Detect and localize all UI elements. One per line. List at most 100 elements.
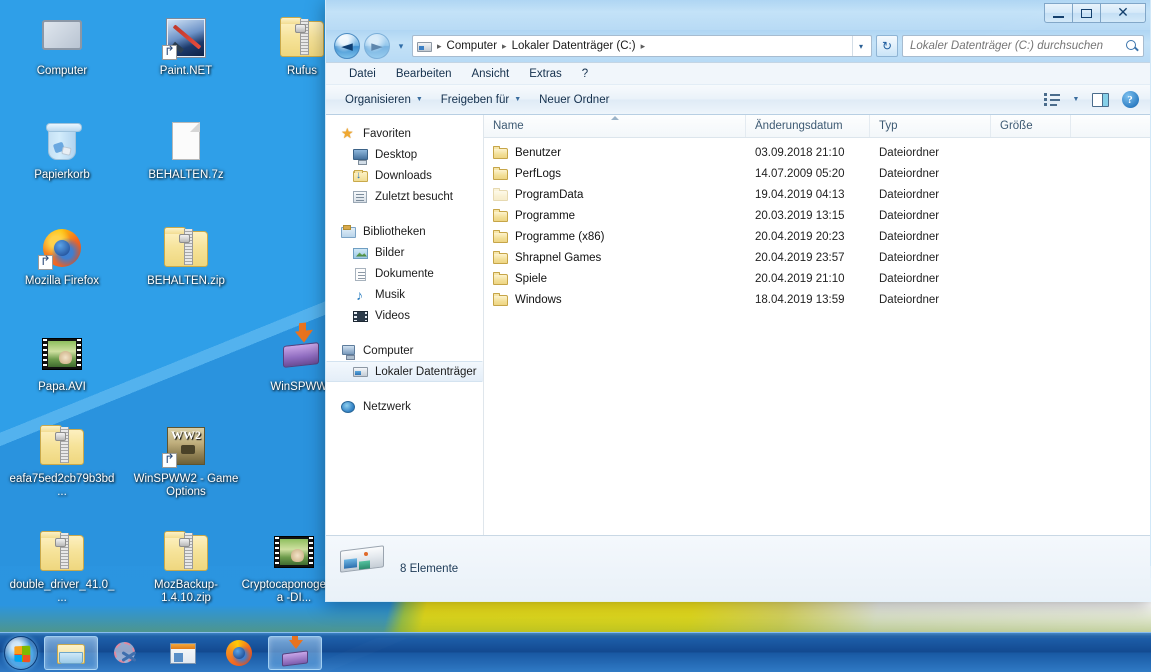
folder-icon <box>493 146 509 160</box>
menu-bearbeiten[interactable]: Bearbeiten <box>387 65 461 83</box>
desktop-icon-computer[interactable]: Computer <box>8 14 116 78</box>
back-button[interactable]: ◄ <box>334 33 360 59</box>
zip-archive-icon <box>278 14 326 62</box>
taskbar-button-winspww2-installer[interactable] <box>268 636 322 670</box>
sidebar-label: Zuletzt besucht <box>375 191 453 203</box>
sidebar-label: Downloads <box>375 170 432 182</box>
nav-group-favoriten: ★ Favoriten Desktop Downloads Zuletzt be… <box>326 123 483 207</box>
breadcrumb-segment-computer[interactable]: Computer <box>443 38 502 54</box>
start-button[interactable] <box>4 636 38 670</box>
window-icon <box>168 639 198 667</box>
table-row[interactable]: Windows 18.04.2019 13:59 Dateiordner <box>484 289 1150 310</box>
taskbar-button-explorer[interactable] <box>44 636 98 670</box>
close-button[interactable]: ✕ <box>1100 3 1146 23</box>
desktop-icon-label: Papa.AVI <box>8 381 116 394</box>
desktop-icon-paintnet[interactable]: Paint.NET <box>132 14 240 78</box>
taskbar-button-window-app[interactable] <box>156 636 210 670</box>
table-row[interactable]: Shrapnel Games 20.04.2019 23:57 Dateiord… <box>484 247 1150 268</box>
sidebar-item-dokumente[interactable]: Dokumente <box>326 263 483 284</box>
sidebar-item-netzwerk[interactable]: Netzwerk <box>326 396 483 417</box>
command-bar: Organisieren ▼ Freigeben für ▼ Neuer Ord… <box>326 84 1150 115</box>
preview-pane-button[interactable] <box>1086 88 1114 112</box>
maximize-button[interactable] <box>1072 3 1101 23</box>
installer-icon <box>278 330 326 378</box>
desktop-icon-eafa75ed[interactable]: eafa75ed2cb79b3bd... <box>8 422 116 499</box>
file-name: ProgramData <box>515 189 583 201</box>
music-icon: ♪ <box>353 287 369 303</box>
address-dropdown-button[interactable]: ▾ <box>852 36 869 56</box>
sidebar-item-computer[interactable]: Computer <box>326 340 483 361</box>
menu-extras[interactable]: Extras <box>520 65 571 83</box>
sidebar-item-lokaler-datentraeger[interactable]: Lokaler Datenträger <box>326 361 483 382</box>
firefox-icon <box>38 224 86 272</box>
sidebar-item-bibliotheken[interactable]: Bibliotheken <box>326 221 483 242</box>
computer-icon <box>341 343 357 359</box>
table-row[interactable]: PerfLogs 14.07.2009 05:20 Dateiordner <box>484 163 1150 184</box>
sidebar-item-zuletzt-besucht[interactable]: Zuletzt besucht <box>326 186 483 207</box>
breadcrumb[interactable]: ▸ Computer ▸ Lokaler Datenträger (C:) ▸ … <box>412 35 872 57</box>
drive-icon <box>340 542 386 576</box>
new-folder-button[interactable]: Neuer Ordner <box>530 89 618 111</box>
menu-datei[interactable]: Datei <box>340 65 385 83</box>
file-date: 20.04.2019 21:10 <box>746 273 870 285</box>
sidebar-item-bilder[interactable]: Bilder <box>326 242 483 263</box>
share-button[interactable]: Freigeben für ▼ <box>432 89 530 111</box>
network-icon <box>341 399 357 415</box>
table-row[interactable]: Programme 20.03.2019 13:15 Dateiordner <box>484 205 1150 226</box>
sidebar-item-musik[interactable]: ♪ Musik <box>326 284 483 305</box>
title-bar[interactable]: ✕ <box>326 0 1150 30</box>
file-name: Spiele <box>515 273 547 285</box>
table-row[interactable]: Spiele 20.04.2019 21:10 Dateiordner <box>484 268 1150 289</box>
desktop-icon-papa-avi[interactable]: Papa.AVI <box>8 330 116 394</box>
search-box[interactable] <box>902 35 1144 57</box>
column-header-type[interactable]: Typ <box>870 115 991 137</box>
desktop-icon-papierkorb[interactable]: Papierkorb <box>8 118 116 182</box>
desktop-icon-mozbackup[interactable]: MozBackup-1.4.10.zip <box>132 528 240 605</box>
desktop-icon-label: BEHALTEN.7z <box>132 169 240 182</box>
column-header-row: Name Änderungsdatum Typ Größe <box>484 115 1150 138</box>
chevron-down-icon: ▼ <box>514 96 521 103</box>
desktop-icon-label: Computer <box>8 65 116 78</box>
sidebar-item-downloads[interactable]: Downloads <box>326 165 483 186</box>
forward-button[interactable]: ► <box>364 33 390 59</box>
refresh-button[interactable]: ↻ <box>876 35 898 57</box>
desktop-icon-behalten-zip[interactable]: BEHALTEN.zip <box>132 224 240 288</box>
change-view-button[interactable] <box>1038 88 1066 112</box>
documents-icon <box>353 266 369 282</box>
menu-ansicht[interactable]: Ansicht <box>462 65 518 83</box>
folder-icon <box>493 230 509 244</box>
minimize-button[interactable] <box>1044 3 1073 23</box>
nav-group-bibliotheken: Bibliotheken Bilder Dokumente ♪ Musik <box>326 221 483 326</box>
sidebar-item-videos[interactable]: Videos <box>326 305 483 326</box>
column-header-date[interactable]: Änderungsdatum <box>746 115 870 137</box>
table-row[interactable]: ProgramData 19.04.2019 04:13 Dateiordner <box>484 184 1150 205</box>
sidebar-label: Netzwerk <box>363 401 411 413</box>
table-row[interactable]: Benutzer 03.09.2018 21:10 Dateiordner <box>484 142 1150 163</box>
desktop-icon-firefox[interactable]: Mozilla Firefox <box>8 224 116 288</box>
file-list-pane: Name Änderungsdatum Typ Größe <box>484 115 1150 535</box>
organize-button[interactable]: Organisieren ▼ <box>336 89 432 111</box>
drive-icon <box>353 364 369 380</box>
navigation-pane: ★ Favoriten Desktop Downloads Zuletzt be… <box>326 115 484 535</box>
column-label: Änderungsdatum <box>755 120 843 132</box>
file-type: Dateiordner <box>870 189 991 201</box>
menu-help[interactable]: ? <box>573 65 597 83</box>
breadcrumb-segment-drive[interactable]: Lokaler Datenträger (C:) <box>508 38 640 54</box>
column-header-size[interactable]: Größe <box>991 115 1071 137</box>
search-input[interactable] <box>910 40 1125 52</box>
taskbar-button-firefox[interactable] <box>212 636 266 670</box>
nav-group-netzwerk: Netzwerk <box>326 396 483 417</box>
help-button[interactable]: ? <box>1116 88 1144 112</box>
desktop-icon-winspww2-options[interactable]: WW2 WinSPWW2 - Game Options <box>132 422 240 499</box>
column-header-name[interactable]: Name <box>484 115 746 137</box>
view-dropdown-button[interactable]: ▼ <box>1068 88 1084 112</box>
videos-icon <box>353 308 369 324</box>
desktop-icon-double-driver[interactable]: double_driver_41.0_... <box>8 528 116 605</box>
taskbar-button-snipping-tool[interactable] <box>100 636 154 670</box>
sidebar-label: Musik <box>375 289 405 301</box>
sidebar-item-desktop[interactable]: Desktop <box>326 144 483 165</box>
sidebar-item-favoriten[interactable]: ★ Favoriten <box>326 123 483 144</box>
desktop-icon-behalten-7z[interactable]: BEHALTEN.7z <box>132 118 240 182</box>
table-row[interactable]: Programme (x86) 20.04.2019 20:23 Dateior… <box>484 226 1150 247</box>
history-dropdown-button[interactable]: ▾ <box>394 41 408 52</box>
